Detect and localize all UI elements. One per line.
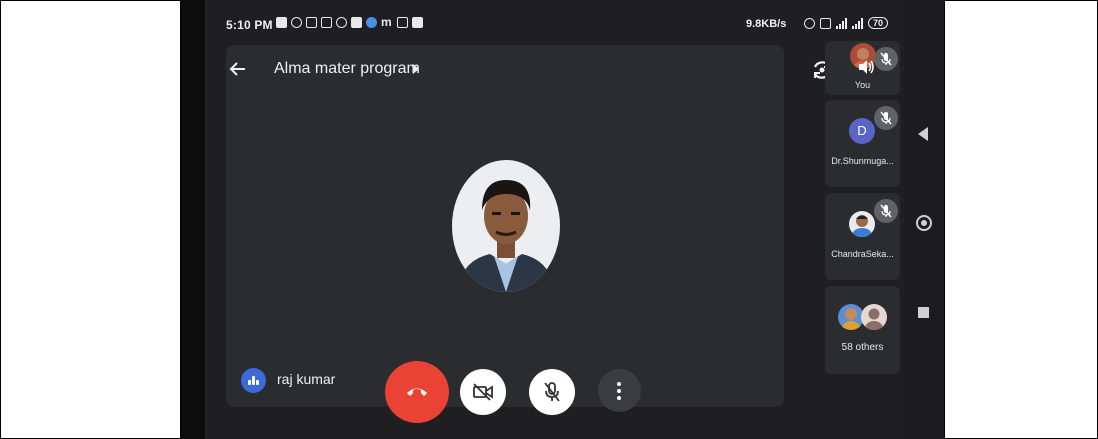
m-app-icon: m <box>381 15 392 29</box>
right-border <box>944 0 945 439</box>
gmail-icon <box>397 17 408 28</box>
notification-icon <box>276 17 287 28</box>
calendar-31-icon <box>321 17 332 28</box>
mic-off-badge <box>874 47 898 71</box>
participant-initial-avatar: D <box>849 118 875 144</box>
mic-off-icon <box>880 111 892 125</box>
photos-icon <box>412 17 423 28</box>
signal-icon <box>852 17 863 29</box>
nav-recents-icon[interactable] <box>918 307 929 318</box>
participant-label: Dr.Shunmuga... <box>831 156 894 166</box>
camera-off-icon <box>473 383 493 401</box>
nav-home-icon[interactable] <box>916 215 932 231</box>
speaker-name: raj kumar <box>277 371 336 387</box>
phone-hangup-icon <box>407 388 427 396</box>
left-border <box>180 0 181 439</box>
hd-icon <box>820 17 831 29</box>
phone-left-edge <box>181 0 205 439</box>
mic-off-badge <box>874 106 898 130</box>
circle-app-icon <box>366 17 377 28</box>
mic-off-icon <box>880 52 892 66</box>
mic-off-icon <box>880 204 892 218</box>
camera-toggle-button[interactable] <box>460 369 506 415</box>
camera-icon <box>336 17 347 28</box>
alarm-icon <box>804 17 815 29</box>
participant-label: 58 others <box>841 342 884 353</box>
signal-4g-icon <box>836 17 847 29</box>
status-system-icons: 70 <box>804 17 889 29</box>
mic-toggle-button[interactable] <box>529 369 575 415</box>
back-arrow-icon[interactable] <box>228 59 248 79</box>
title-expand-icon[interactable] <box>413 64 419 74</box>
participant-label: ChandraSeka... <box>831 249 894 259</box>
mic-off-icon <box>544 382 560 402</box>
status-notification-icons: m <box>276 15 423 29</box>
more-vert-icon <box>617 382 621 400</box>
network-speed: 9.8KB/s <box>746 18 787 30</box>
whatsapp-icon <box>291 17 302 28</box>
mic-off-badge <box>874 199 898 223</box>
more-options-button[interactable] <box>598 369 641 412</box>
end-call-button[interactable] <box>385 361 449 423</box>
battery-indicator: 70 <box>868 17 889 29</box>
participant-avatar <box>849 211 875 237</box>
nav-back-icon[interactable] <box>918 127 928 141</box>
calendar-icon <box>306 17 317 28</box>
gallery-icon <box>351 17 362 28</box>
participant-tile-others[interactable] <box>825 286 900 374</box>
status-time: 5:10 PM <box>226 18 273 32</box>
speaking-indicator-icon <box>241 368 266 393</box>
meeting-title[interactable]: Alma mater program <box>274 60 420 78</box>
speaker-on-icon <box>859 60 874 74</box>
speaker-avatar <box>452 160 560 292</box>
participant-label: You <box>854 80 871 90</box>
participant-avatar <box>861 304 887 330</box>
